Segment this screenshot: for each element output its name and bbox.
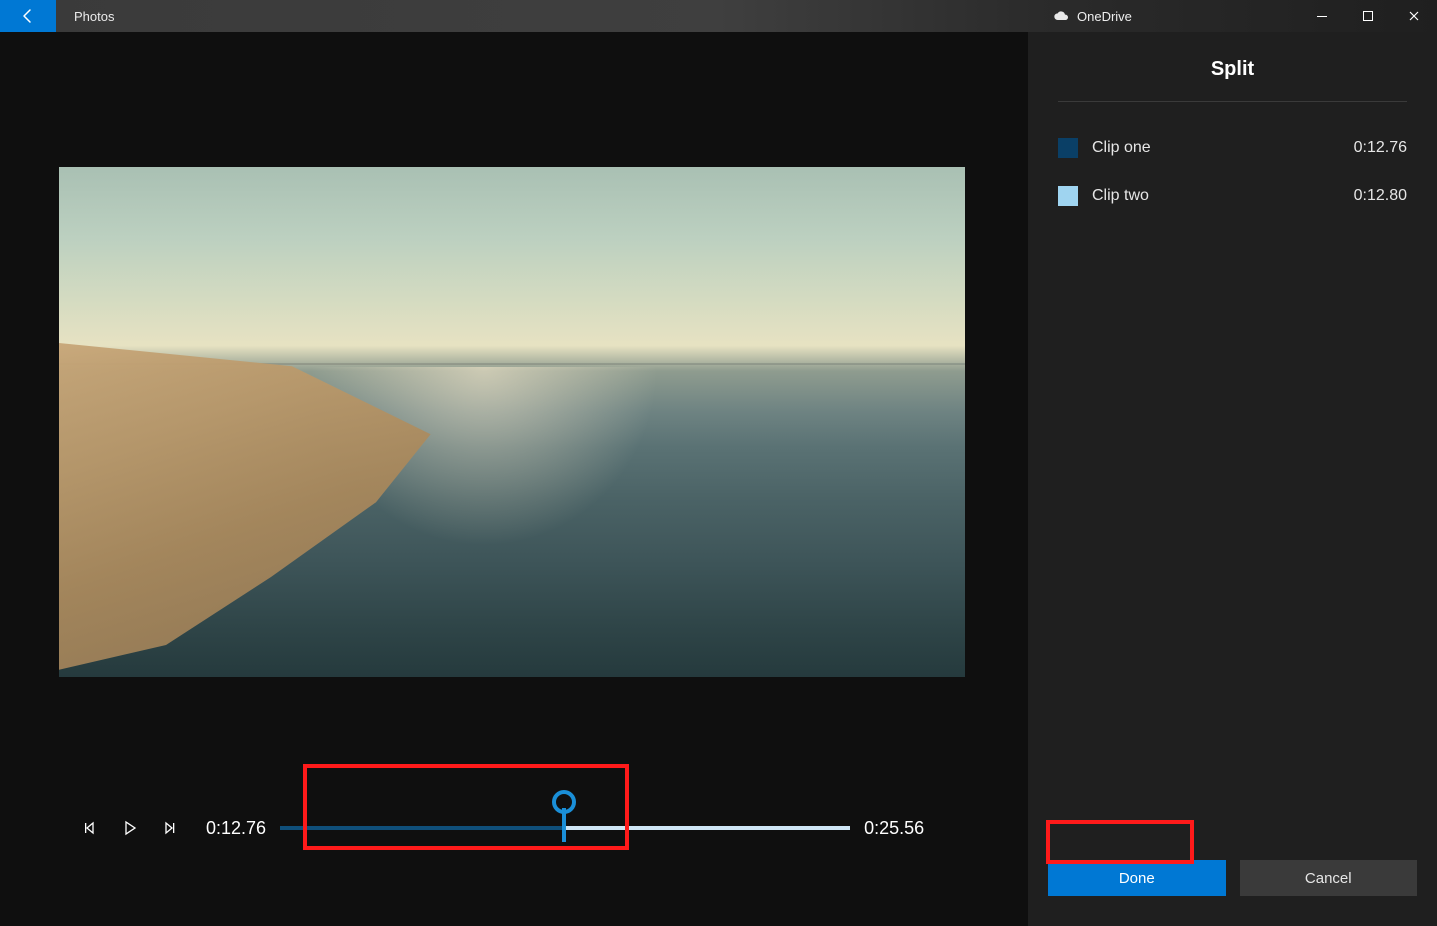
step-forward-button[interactable] xyxy=(150,808,190,848)
slider-progress xyxy=(280,826,564,830)
sidebar-actions: Done Cancel xyxy=(1028,860,1437,896)
close-button[interactable] xyxy=(1391,0,1437,32)
cloud-icon xyxy=(1053,10,1069,22)
clip-swatch xyxy=(1058,186,1078,206)
play-button[interactable] xyxy=(110,808,150,848)
onedrive-label: OneDrive xyxy=(1077,9,1132,24)
close-icon xyxy=(1408,10,1420,22)
timeline-slider[interactable] xyxy=(280,826,850,830)
playhead-circle-icon xyxy=(552,790,576,814)
step-back-button[interactable] xyxy=(70,808,110,848)
video-preview[interactable] xyxy=(59,167,965,677)
preview-art xyxy=(59,339,439,677)
done-button[interactable]: Done xyxy=(1048,860,1226,896)
clip-row[interactable]: Clip two0:12.80 xyxy=(1058,172,1407,220)
clip-duration: 0:12.76 xyxy=(1354,139,1407,157)
split-sidebar: Split Clip one0:12.76Clip two0:12.80 Don… xyxy=(1028,32,1437,926)
cancel-button[interactable]: Cancel xyxy=(1240,860,1418,896)
step-back-icon xyxy=(82,820,98,836)
clip-swatch xyxy=(1058,138,1078,158)
player-controls: 0:12.76 0:25.56 xyxy=(0,796,1028,860)
minimize-icon xyxy=(1316,10,1328,22)
play-icon xyxy=(122,820,138,836)
clip-list: Clip one0:12.76Clip two0:12.80 xyxy=(1058,124,1407,220)
minimize-button[interactable] xyxy=(1299,0,1345,32)
clip-row[interactable]: Clip one0:12.76 xyxy=(1058,124,1407,172)
clip-name: Clip two xyxy=(1092,187,1354,205)
clip-duration: 0:12.80 xyxy=(1354,187,1407,205)
current-time: 0:12.76 xyxy=(206,818,266,839)
window-controls xyxy=(1299,0,1437,32)
editor-main: 0:12.76 0:25.56 xyxy=(0,32,1028,926)
end-time: 0:25.56 xyxy=(864,818,924,839)
split-playhead[interactable] xyxy=(562,796,566,836)
clip-name: Clip one xyxy=(1092,139,1354,157)
app-title: Photos xyxy=(74,9,114,24)
maximize-icon xyxy=(1362,10,1374,22)
titlebar: Photos OneDrive xyxy=(0,0,1437,32)
arrow-left-icon xyxy=(20,8,36,24)
back-button[interactable] xyxy=(0,0,56,32)
sidebar-title: Split xyxy=(1058,58,1407,102)
step-forward-icon xyxy=(162,820,178,836)
maximize-button[interactable] xyxy=(1345,0,1391,32)
onedrive-status[interactable]: OneDrive xyxy=(1053,9,1132,24)
